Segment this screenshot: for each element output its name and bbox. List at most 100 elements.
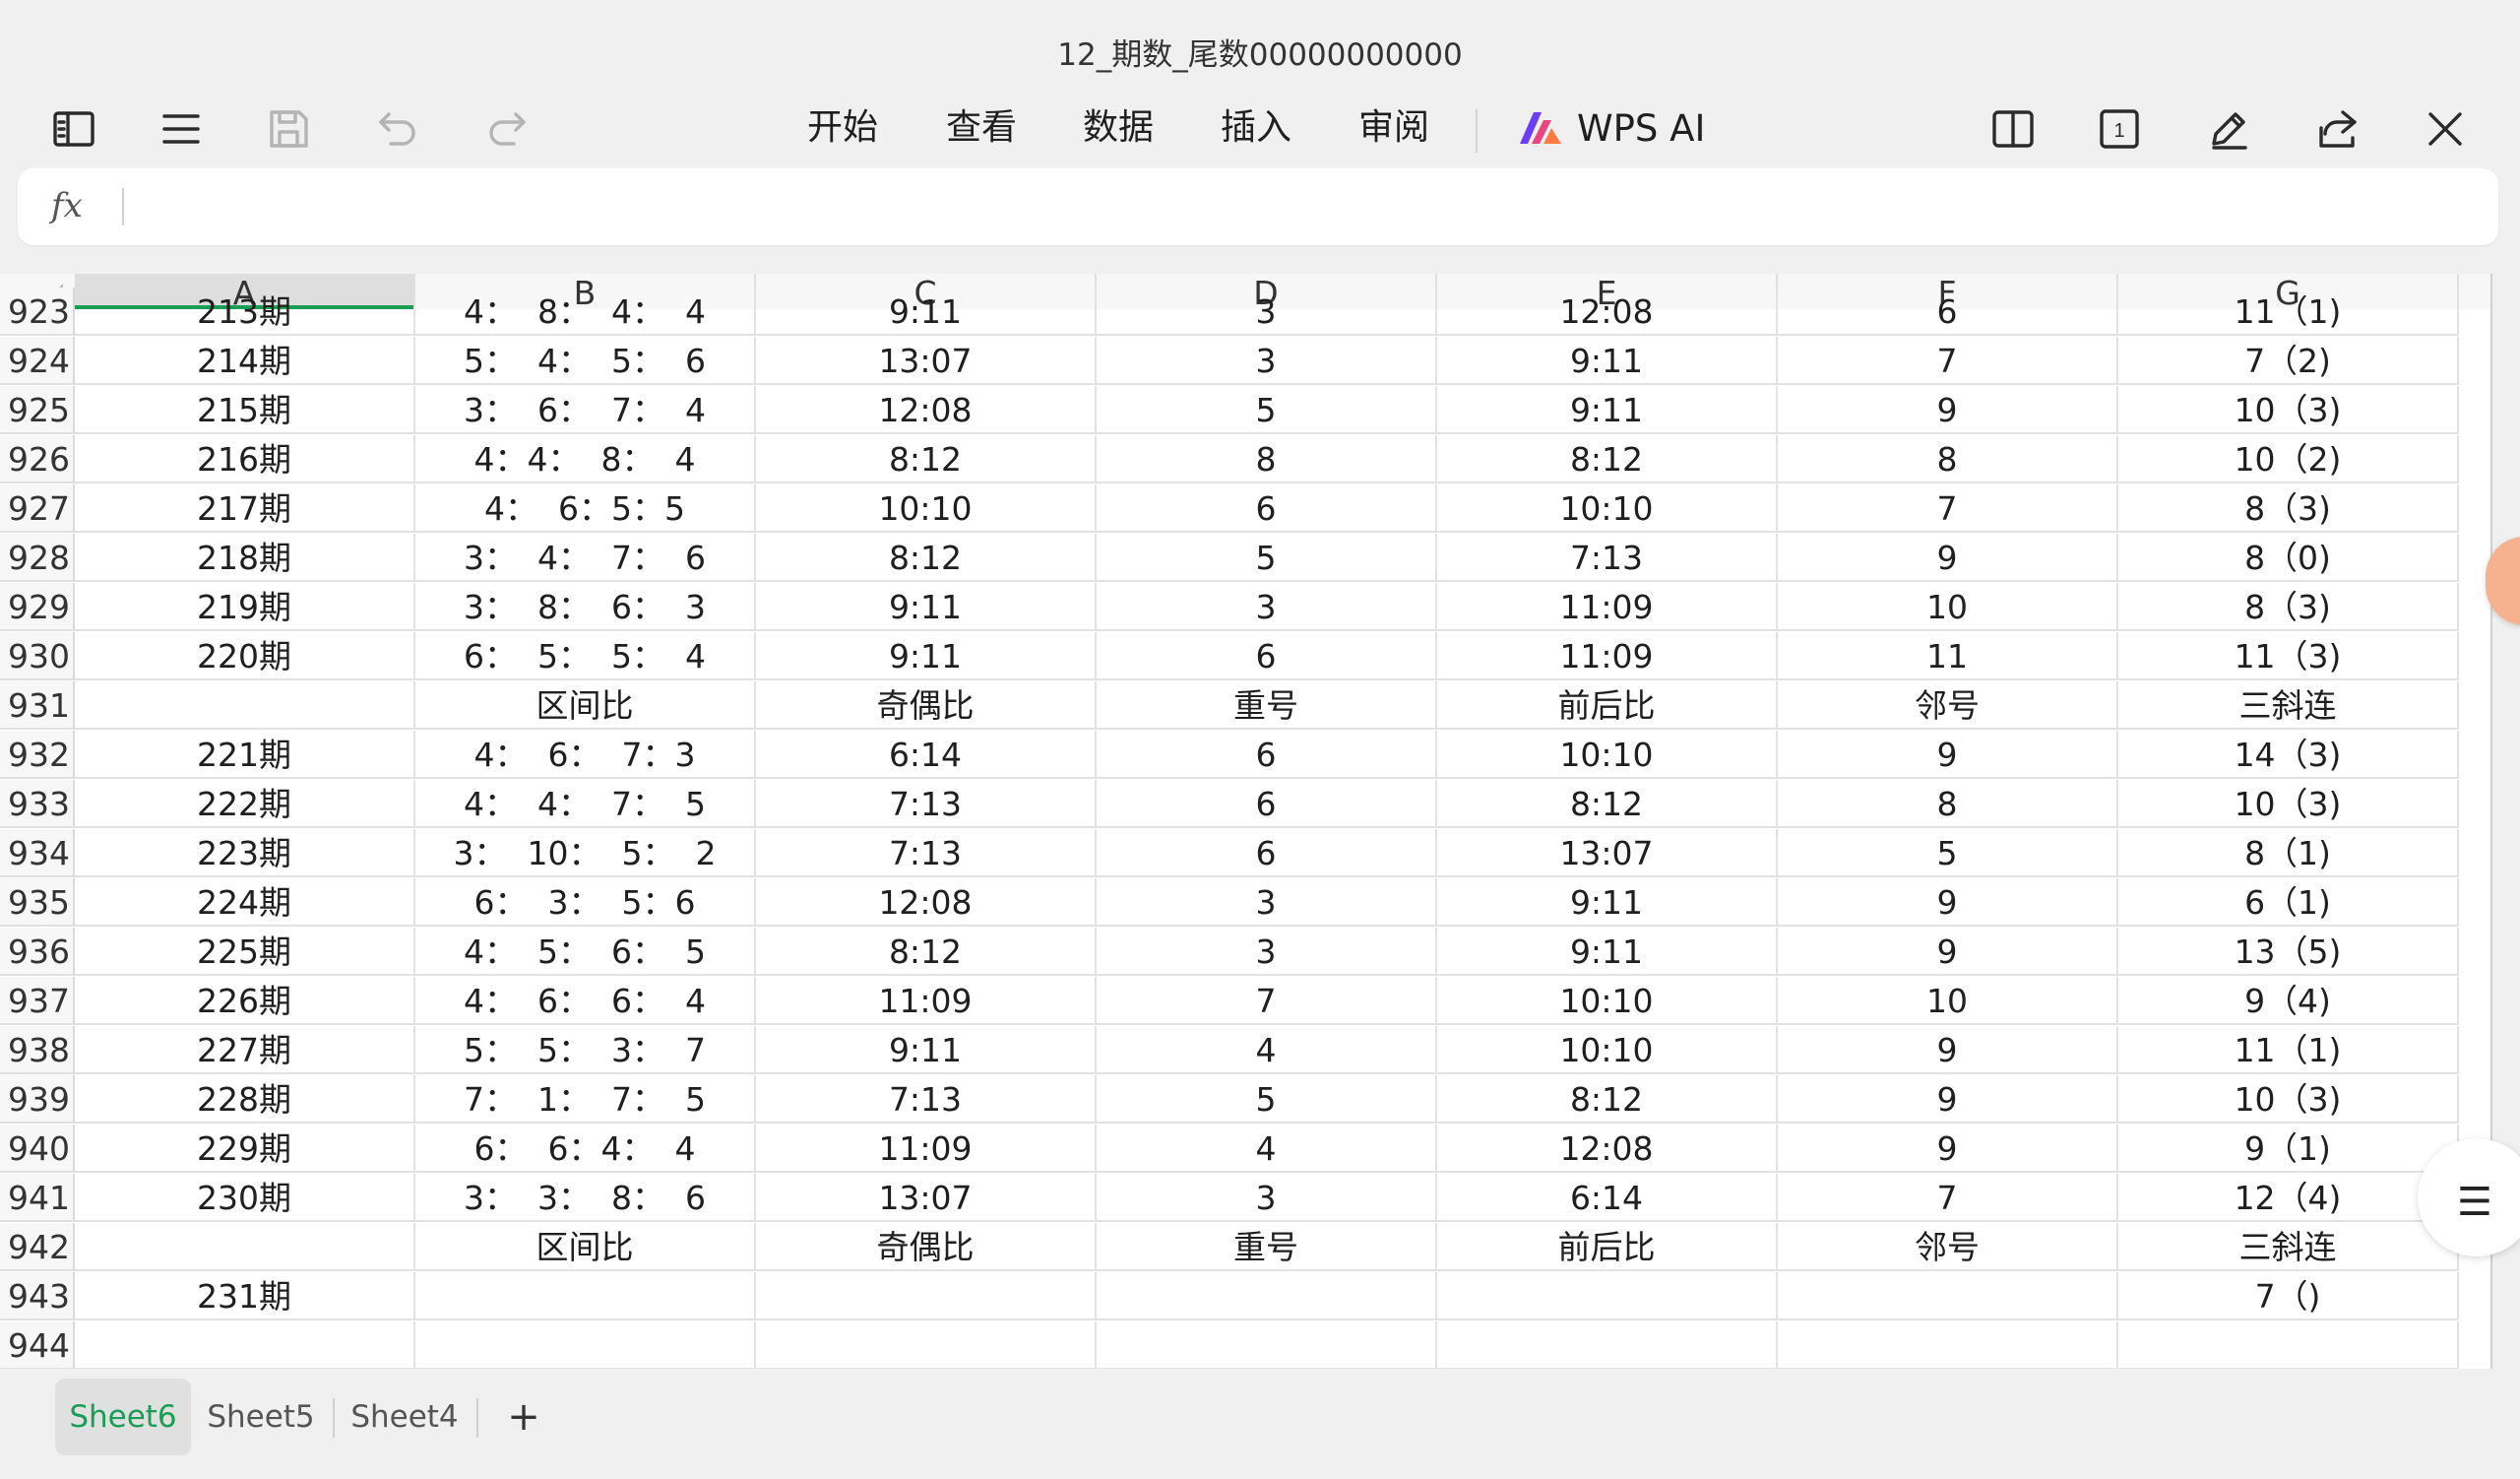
row-header[interactable]: 924	[0, 337, 75, 385]
sheet-tab-sheet6[interactable]: Sheet6	[55, 1379, 191, 1455]
cell-f[interactable]: 7	[1778, 484, 2118, 533]
cell-e[interactable]: 10:10	[1437, 731, 1778, 779]
cell-e[interactable]: 9:11	[1437, 337, 1778, 385]
menu-data[interactable]: 数据	[1083, 102, 1154, 154]
cell-d[interactable]: 6	[1097, 731, 1437, 779]
cell-e[interactable]: 11:09	[1437, 632, 1778, 680]
cell-e[interactable]: 8:12	[1437, 435, 1778, 483]
cell-f[interactable]: 10	[1778, 583, 2118, 631]
cell-e[interactable]: 10:10	[1437, 484, 1778, 533]
cell-g[interactable]	[2118, 1321, 2459, 1369]
cell-d[interactable]: 重号	[1097, 681, 1437, 730]
cell-d[interactable]: 5	[1097, 534, 1437, 582]
cell-g[interactable]: 7（)	[2118, 1272, 2459, 1320]
cell-c[interactable]: 7:13	[756, 780, 1097, 828]
cell-e[interactable]: 9:11	[1437, 928, 1778, 976]
cell-e[interactable]: 11:09	[1437, 583, 1778, 631]
row-header[interactable]: 938	[0, 1026, 75, 1074]
cell-f[interactable]: 5	[1778, 829, 2118, 877]
cell-b[interactable]: 4： 6：5：5	[415, 484, 756, 533]
cell-a[interactable]: 215期	[75, 386, 415, 434]
cell-f[interactable]: 9	[1778, 1125, 2118, 1173]
cell-f[interactable]	[1778, 1321, 2118, 1369]
cell-a[interactable]: 224期	[75, 878, 415, 927]
cell-e[interactable]: 前后比	[1437, 1223, 1778, 1271]
cell-g[interactable]: 8（3)	[2118, 484, 2459, 533]
cell-d[interactable]: 3	[1097, 583, 1437, 631]
cell-d[interactable]: 5	[1097, 386, 1437, 434]
cell-e[interactable]: 10:10	[1437, 977, 1778, 1025]
row-header[interactable]: 933	[0, 780, 75, 828]
cell-a[interactable]: 219期	[75, 583, 415, 631]
cell-f[interactable]: 10	[1778, 977, 2118, 1025]
page-number-icon[interactable]: 1	[2089, 98, 2150, 160]
cell-e[interactable]: 12:08	[1437, 288, 1778, 336]
cell-c[interactable]: 13:07	[756, 1174, 1097, 1222]
cell-g[interactable]: 12（4)	[2118, 1174, 2459, 1222]
cell-f[interactable]: 9	[1778, 534, 2118, 582]
cell-b[interactable]: 7： 1： 7： 5	[415, 1075, 756, 1124]
cell-a[interactable]: 221期	[75, 731, 415, 779]
hamburger-menu-icon[interactable]	[151, 98, 212, 160]
cell-c[interactable]: 7:13	[756, 1075, 1097, 1124]
cell-d[interactable]: 7	[1097, 977, 1437, 1025]
split-view-icon[interactable]	[1983, 98, 2044, 160]
cell-g[interactable]: 9（4)	[2118, 977, 2459, 1025]
sheet-tab-sheet5[interactable]: Sheet5	[201, 1379, 321, 1455]
cell-g[interactable]: 9（1)	[2118, 1125, 2459, 1173]
cell-b[interactable]: 3： 3： 8： 6	[415, 1174, 756, 1222]
cell-a[interactable]: 229期	[75, 1125, 415, 1173]
menu-insert[interactable]: 插入	[1221, 102, 1292, 154]
cell-f[interactable]: 9	[1778, 928, 2118, 976]
row-header[interactable]: 927	[0, 484, 75, 533]
cell-b[interactable]: 4： 6： 6： 4	[415, 977, 756, 1025]
cell-b[interactable]: 6： 6：4： 4	[415, 1125, 756, 1173]
row-header[interactable]: 934	[0, 829, 75, 877]
cell-f[interactable]: 9	[1778, 1026, 2118, 1074]
cell-b[interactable]: 3： 10： 5： 2	[415, 829, 756, 877]
cell-e[interactable]	[1437, 1321, 1778, 1369]
cell-c[interactable]: 奇偶比	[756, 681, 1097, 730]
cell-b[interactable]: 4： 6： 7：3	[415, 731, 756, 779]
row-header[interactable]: 941	[0, 1174, 75, 1222]
cell-d[interactable]	[1097, 1272, 1437, 1320]
cell-f[interactable]: 6	[1778, 288, 2118, 336]
save-icon[interactable]	[258, 98, 319, 160]
cell-a[interactable]	[75, 1223, 415, 1271]
menu-review[interactable]: 审阅	[1358, 102, 1429, 154]
cell-g[interactable]: 11（1)	[2118, 288, 2459, 336]
share-icon[interactable]	[2307, 98, 2368, 160]
cell-f[interactable]: 9	[1778, 1075, 2118, 1124]
cell-d[interactable]: 3	[1097, 878, 1437, 927]
cell-g[interactable]: 11（3)	[2118, 632, 2459, 680]
cell-a[interactable]: 226期	[75, 977, 415, 1025]
row-header[interactable]: 942	[0, 1223, 75, 1271]
cell-b[interactable]: 3： 8： 6： 3	[415, 583, 756, 631]
cell-f[interactable]: 8	[1778, 435, 2118, 483]
cell-g[interactable]: 8（1)	[2118, 829, 2459, 877]
cell-c[interactable]	[756, 1321, 1097, 1369]
row-header[interactable]: 932	[0, 731, 75, 779]
row-header[interactable]: 931	[0, 681, 75, 730]
cell-d[interactable]: 6	[1097, 780, 1437, 828]
cell-c[interactable]: 11:09	[756, 1125, 1097, 1173]
cell-g[interactable]: 10（3)	[2118, 780, 2459, 828]
cell-a[interactable]	[75, 1321, 415, 1369]
cell-a[interactable]: 220期	[75, 632, 415, 680]
cell-c[interactable]: 12:08	[756, 878, 1097, 927]
cell-c[interactable]: 11:09	[756, 977, 1097, 1025]
cell-e[interactable]: 8:12	[1437, 780, 1778, 828]
cell-c[interactable]: 8:12	[756, 534, 1097, 582]
close-icon[interactable]	[2415, 98, 2476, 160]
cell-g[interactable]: 14（3)	[2118, 731, 2459, 779]
cell-g[interactable]: 13（5)	[2118, 928, 2459, 976]
cell-b[interactable]: 5： 5： 3： 7	[415, 1026, 756, 1074]
cell-a[interactable]	[75, 681, 415, 730]
cell-d[interactable]: 5	[1097, 1075, 1437, 1124]
cell-f[interactable]: 邻号	[1778, 1223, 2118, 1271]
menu-home[interactable]: 开始	[807, 102, 878, 154]
cell-c[interactable]: 13:07	[756, 337, 1097, 385]
cell-d[interactable]: 3	[1097, 1174, 1437, 1222]
cell-d[interactable]: 3	[1097, 928, 1437, 976]
cell-b[interactable]: 4： 8： 4： 4	[415, 288, 756, 336]
